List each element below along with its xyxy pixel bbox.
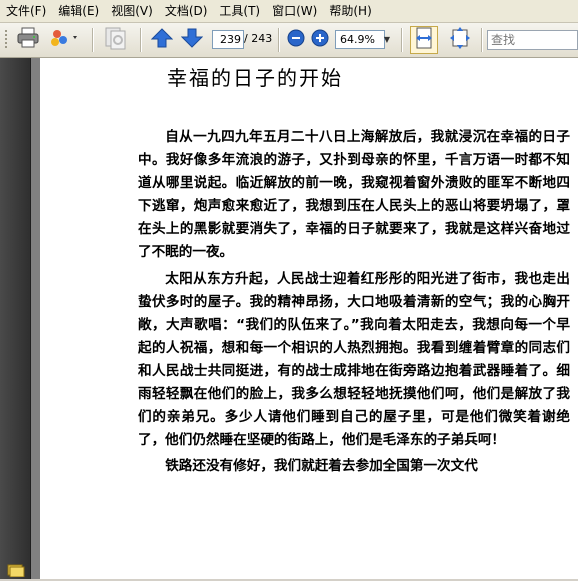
paragraph: 自从一九四九年五月二十八日上海解放后，我就浸沉在幸福的日子中。我好像多年流浪的游… bbox=[138, 129, 570, 261]
menu-bar: 文件(F) 编辑(E) 视图(V) 文档(D) 工具(T) 窗口(W) 帮助(H… bbox=[0, 0, 578, 23]
fit-width-icon bbox=[414, 27, 434, 53]
attachments-button[interactable] bbox=[6, 563, 26, 579]
document-title: 幸福的日子的开始 bbox=[167, 66, 343, 90]
menu-document[interactable]: 文档(D) bbox=[159, 1, 214, 21]
menu-view[interactable]: 视图(V) bbox=[105, 1, 159, 21]
page-total-label: / 243 bbox=[244, 32, 273, 45]
zoom-dropdown-button[interactable]: ▼ bbox=[381, 31, 393, 48]
toolbar: 239 / 243 64.9% ▼ 查找 bbox=[0, 23, 578, 58]
page-nav-icon bbox=[103, 26, 129, 54]
attachment-icon bbox=[7, 562, 25, 581]
page-number-input[interactable]: 239 bbox=[212, 30, 244, 49]
navigation-panel bbox=[0, 58, 31, 579]
fit-page-button[interactable] bbox=[446, 26, 474, 54]
share-button[interactable] bbox=[48, 27, 82, 53]
toolbar-separator bbox=[140, 28, 142, 52]
toolbar-separator bbox=[278, 28, 280, 52]
prev-page-icon bbox=[150, 28, 174, 52]
share-icon bbox=[49, 27, 81, 53]
fit-width-button[interactable] bbox=[410, 26, 438, 54]
menu-tools[interactable]: 工具(T) bbox=[213, 1, 266, 21]
paragraph: 铁路还没有修好，我们就赶着去参加全国第一次文代 bbox=[165, 458, 478, 475]
fit-page-icon bbox=[449, 27, 471, 53]
toolbar-separator bbox=[92, 28, 94, 52]
toolbar-separator bbox=[401, 28, 403, 52]
print-button[interactable] bbox=[14, 27, 42, 53]
paragraph: 太阳从东方升起，人民战士迎着红彤彤的阳光进了街市，我也走出蛰伏多时的屋子。我的精… bbox=[138, 270, 570, 449]
toolbar-separator bbox=[481, 28, 483, 52]
document-body: 自从一九四九年五月二十八日上海解放后，我就浸沉在幸福的日子中。我好像多年流浪的游… bbox=[138, 126, 570, 478]
zoom-out-button[interactable] bbox=[286, 29, 306, 51]
zoom-level-input[interactable]: 64.9% bbox=[335, 30, 385, 49]
zoom-in-button[interactable] bbox=[310, 29, 330, 51]
toolbar-grip[interactable] bbox=[4, 26, 10, 54]
menu-file[interactable]: 文件(F) bbox=[0, 1, 52, 21]
chevron-down-icon: ▼ bbox=[383, 35, 391, 44]
menu-edit[interactable]: 编辑(E) bbox=[52, 1, 105, 21]
menu-help[interactable]: 帮助(H) bbox=[323, 1, 377, 21]
document-page: 幸福的日子的开始 自从一九四九年五月二十八日上海解放后，我就浸沉在幸福的日子中。… bbox=[40, 58, 578, 579]
document-viewport[interactable]: 幸福的日子的开始 自从一九四九年五月二十八日上海解放后，我就浸沉在幸福的日子中。… bbox=[31, 58, 578, 579]
zoom-out-icon bbox=[287, 29, 305, 51]
prev-page-button[interactable] bbox=[150, 28, 174, 52]
next-page-icon bbox=[180, 28, 204, 52]
print-icon bbox=[16, 27, 40, 53]
zoom-in-icon bbox=[311, 29, 329, 51]
menu-window[interactable]: 窗口(W) bbox=[266, 1, 323, 21]
next-page-button[interactable] bbox=[180, 28, 204, 52]
search-input[interactable]: 查找 bbox=[487, 30, 578, 50]
navigation-panel-background bbox=[0, 58, 30, 579]
page-nav-button[interactable] bbox=[102, 27, 130, 53]
